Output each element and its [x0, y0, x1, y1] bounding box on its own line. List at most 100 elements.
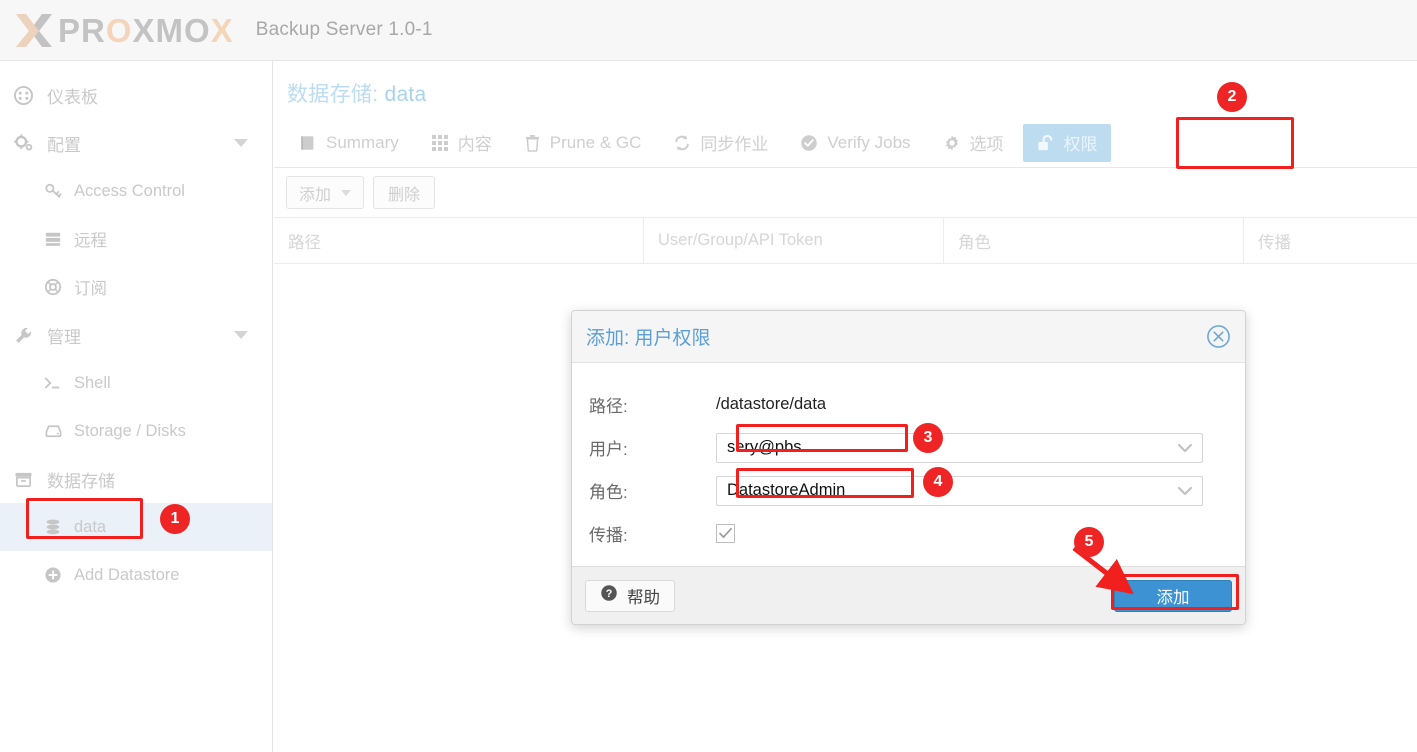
tab-label: Prune & GC: [549, 132, 642, 152]
sidebar-item-label: Shell: [74, 373, 111, 392]
proxmox-logo[interactable]: PROXMOX: [12, 10, 234, 50]
sidebar-item-label: 订阅: [74, 280, 107, 298]
tab-label: Verify Jobs: [827, 132, 911, 152]
tab-options[interactable]: 选项: [930, 124, 1017, 162]
sidebar-item-label: 配置: [47, 135, 81, 155]
page-title-value: data: [384, 83, 427, 106]
logo-text-o2: O: [184, 11, 211, 49]
server-icon: [44, 230, 66, 248]
book-icon: [299, 134, 317, 152]
datastore-tab-bar: Summary 内容 Prune & GC 同步作业 Verify Jobs 选…: [274, 118, 1417, 168]
tab-sync-jobs[interactable]: 同步作业: [660, 124, 781, 162]
plus-circle-icon: [44, 566, 66, 584]
question-circle-icon: ?: [600, 584, 618, 607]
sidebar-item-subscription[interactable]: 订阅: [0, 263, 272, 311]
tab-verify-jobs[interactable]: Verify Jobs: [787, 124, 923, 162]
role-combobox-value: DatastoreAdmin: [727, 481, 846, 499]
column-header-label: User/Group/API Token: [658, 231, 823, 249]
grid-icon: [431, 134, 449, 152]
dialog-body: 路径: /datastore/data 用户: sery@pbs 角色: Dat…: [572, 363, 1245, 568]
column-header-label: 角色: [958, 233, 991, 252]
sidebar-item-dashboard[interactable]: 仪表板: [0, 71, 272, 119]
disk-icon: [44, 423, 66, 439]
sidebar-nav: 仪表板 配置 Access Control 远程 订阅 管理 Shell Sto…: [0, 61, 273, 752]
chevron-down-icon: [234, 331, 248, 339]
key-icon: [44, 182, 66, 200]
tab-content[interactable]: 内容: [418, 124, 505, 162]
tab-label: Summary: [326, 132, 399, 152]
sync-icon: [673, 134, 691, 152]
user-combobox[interactable]: sery@pbs: [716, 432, 1203, 463]
add-button-label: 添加: [299, 186, 332, 204]
product-name: Backup Server 1.0-1: [255, 19, 433, 40]
dialog-header: 添加: 用户权限: [572, 311, 1245, 363]
sidebar-item-label: 管理: [47, 327, 81, 347]
gears-icon: [14, 133, 38, 153]
sidebar-item-add-datastore[interactable]: Add Datastore: [0, 551, 272, 599]
dashboard-icon: [14, 85, 38, 105]
permissions-grid-header: 路径 User/Group/API Token 角色 传播: [274, 218, 1417, 264]
proxmox-wordmark: PROXMOX: [58, 14, 234, 47]
sidebar-item-storage-disks[interactable]: Storage / Disks: [0, 407, 272, 455]
sidebar-item-label: 远程: [74, 232, 107, 250]
column-header-path[interactable]: 路径: [274, 218, 644, 263]
sidebar-item-label: 数据存储: [47, 471, 115, 491]
sidebar-item-label: Access Control: [74, 181, 185, 200]
sidebar-item-remote[interactable]: 远程: [0, 215, 272, 263]
remove-permission-button[interactable]: 删除: [373, 176, 436, 209]
help-button[interactable]: ? 帮助: [585, 579, 675, 612]
sidebar-item-label: Add Datastore: [74, 565, 180, 584]
user-combobox-value: sery@pbs: [727, 438, 802, 456]
role-combobox[interactable]: DatastoreAdmin: [716, 475, 1203, 506]
logo-text-o1: O: [105, 11, 133, 49]
propagate-checkbox[interactable]: [716, 524, 735, 543]
chevron-down-icon: [234, 139, 248, 147]
tab-label: 选项: [969, 135, 1004, 154]
sidebar-item-access-control[interactable]: Access Control: [0, 167, 272, 215]
tab-label: 内容: [457, 135, 492, 154]
page-title-prefix: 数据存储:: [287, 83, 385, 106]
sidebar-item-label: data: [74, 517, 107, 536]
chevron-down-icon[interactable]: [1177, 443, 1193, 453]
tab-prune-gc[interactable]: Prune & GC: [511, 124, 655, 162]
tab-permissions[interactable]: 权限: [1022, 123, 1111, 162]
column-header-user-group-token[interactable]: User/Group/API Token: [644, 218, 944, 263]
submit-button-label: 添加: [1156, 588, 1190, 607]
field-label-path: 路径:: [589, 397, 628, 416]
terminal-icon: [44, 375, 66, 391]
logo-text-xm: XM: [132, 11, 185, 49]
chevron-down-icon: [341, 189, 352, 196]
sidebar-item-administration[interactable]: 管理: [0, 311, 272, 359]
field-row-role: 角色: DatastoreAdmin: [572, 469, 1245, 512]
field-label-role: 角色:: [589, 483, 628, 502]
archive-icon: [14, 471, 38, 488]
add-permission-button[interactable]: 添加: [286, 176, 365, 209]
field-row-user: 用户: sery@pbs: [572, 426, 1245, 469]
field-row-propagate: 传播:: [572, 512, 1245, 555]
add-user-permission-dialog: 添加: 用户权限 路径: /datastore/data 用户: sery@pb…: [571, 310, 1246, 625]
column-header-label: 路径: [288, 233, 321, 252]
checkmark-icon: [719, 527, 732, 539]
sidebar-item-configuration[interactable]: 配置: [0, 119, 272, 167]
permissions-toolbar: 添加 删除: [274, 168, 1417, 218]
tab-label: 权限: [1063, 135, 1098, 154]
unlock-icon: [1036, 134, 1055, 152]
help-button-label: 帮助: [627, 588, 660, 607]
close-circle-icon[interactable]: [1206, 324, 1231, 349]
top-header-bar: PROXMOX Backup Server 1.0-1: [0, 0, 1417, 61]
check-circle-icon: [800, 134, 818, 152]
logo-text-pr: PR: [58, 11, 106, 49]
dialog-submit-button[interactable]: 添加: [1114, 579, 1232, 612]
sidebar-item-datastore-group[interactable]: 数据存储: [0, 455, 272, 503]
column-header-propagate[interactable]: 传播: [1244, 218, 1417, 263]
column-header-role[interactable]: 角色: [944, 218, 1244, 263]
chevron-down-icon[interactable]: [1177, 486, 1193, 496]
wrench-icon: [14, 326, 38, 345]
sidebar-item-label: 仪表板: [47, 87, 98, 107]
dialog-title: 添加: 用户权限: [586, 328, 711, 349]
column-header-label: 传播: [1258, 233, 1291, 252]
field-value-path: /datastore/data: [716, 395, 827, 413]
tab-summary[interactable]: Summary: [286, 124, 412, 162]
sidebar-item-shell[interactable]: Shell: [0, 359, 272, 407]
sidebar-item-data[interactable]: data: [0, 503, 272, 551]
